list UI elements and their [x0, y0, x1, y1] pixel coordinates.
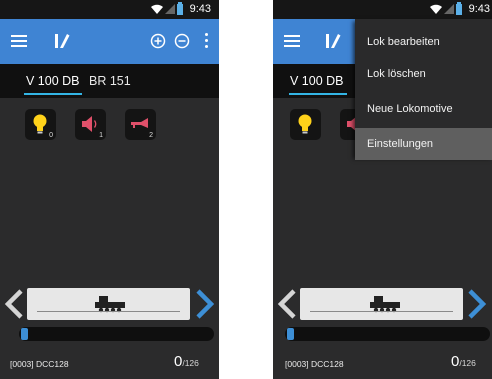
speed-slider-thumb[interactable]: [287, 328, 294, 340]
remove-loco-icon[interactable]: [174, 33, 190, 49]
loco-tab-bar: V 100 DB BR 151: [0, 64, 219, 98]
rail-line: [37, 311, 180, 312]
rail-line: [310, 311, 453, 312]
wifi-icon: [151, 4, 163, 14]
active-tab-indicator: [289, 93, 347, 95]
speed-slider-thumb[interactable]: [21, 328, 28, 340]
status-bar: 9:43: [273, 0, 492, 19]
signal-icon: [165, 4, 175, 14]
speed-readout: 0/126: [174, 353, 199, 370]
light-bulb-icon: [298, 114, 312, 134]
function-index: 1: [99, 132, 103, 139]
horn-icon: [131, 118, 148, 128]
status-time: 9:43: [468, 3, 490, 15]
menu-item-settings[interactable]: Einstellungen: [355, 128, 492, 160]
tab-v100db[interactable]: V 100 DB: [26, 74, 80, 88]
signal-icon: [444, 4, 454, 14]
function-button-light[interactable]: [290, 109, 321, 140]
next-loco-arrow-icon[interactable]: [466, 289, 488, 319]
overflow-dropdown-menu: Lok bearbeiten Lok löschen Neue Lokomoti…: [355, 19, 492, 160]
right-screen: 9:43 V 100 DB [0003] DCC128 0/126 Lok be…: [273, 0, 492, 379]
menu-item-edit-loco[interactable]: Lok bearbeiten: [355, 26, 492, 58]
menu-item-new-loco[interactable]: Neue Lokomotive: [355, 93, 492, 125]
hamburger-menu-icon[interactable]: [284, 35, 300, 47]
function-button-sound[interactable]: 1: [75, 109, 106, 140]
app-logo-icon: [55, 34, 70, 48]
speaker-icon: [82, 116, 97, 132]
speed-readout: 0/126: [451, 353, 476, 370]
function-index: 2: [149, 132, 153, 139]
light-bulb-icon: [33, 114, 47, 134]
loco-display: [300, 288, 463, 320]
status-bar: 9:43: [0, 0, 219, 19]
battery-icon: [177, 2, 183, 15]
add-loco-icon[interactable]: [150, 33, 166, 49]
overflow-menu-icon[interactable]: [204, 33, 210, 49]
loco-display: [27, 288, 190, 320]
function-button-horn[interactable]: 2: [125, 109, 156, 140]
next-loco-arrow-icon[interactable]: [194, 289, 216, 319]
menu-item-delete-loco[interactable]: Lok löschen: [355, 58, 492, 90]
status-time: 9:43: [189, 3, 211, 15]
tab-br151[interactable]: BR 151: [89, 74, 131, 88]
speed-slider[interactable]: [19, 327, 214, 341]
wifi-icon: [430, 4, 442, 14]
app-logo-icon: [326, 34, 341, 48]
decoder-address: [0003] DCC128: [10, 359, 69, 369]
active-tab-indicator: [24, 93, 82, 95]
speed-max: /126: [182, 358, 199, 368]
previous-loco-arrow-icon[interactable]: [276, 289, 298, 319]
function-button-light[interactable]: 0: [25, 109, 56, 140]
hamburger-menu-icon[interactable]: [11, 35, 27, 47]
battery-icon: [456, 2, 462, 15]
left-screen: 9:43 V 100 DB BR 151 0 1 2 [0003] DCC128…: [0, 0, 219, 379]
previous-loco-arrow-icon[interactable]: [3, 289, 25, 319]
app-bar: [0, 19, 219, 64]
tab-v100db[interactable]: V 100 DB: [290, 74, 344, 88]
decoder-address: [0003] DCC128: [285, 359, 344, 369]
function-index: 0: [49, 132, 53, 139]
speed-slider[interactable]: [285, 327, 490, 341]
speed-max: /126: [459, 358, 476, 368]
